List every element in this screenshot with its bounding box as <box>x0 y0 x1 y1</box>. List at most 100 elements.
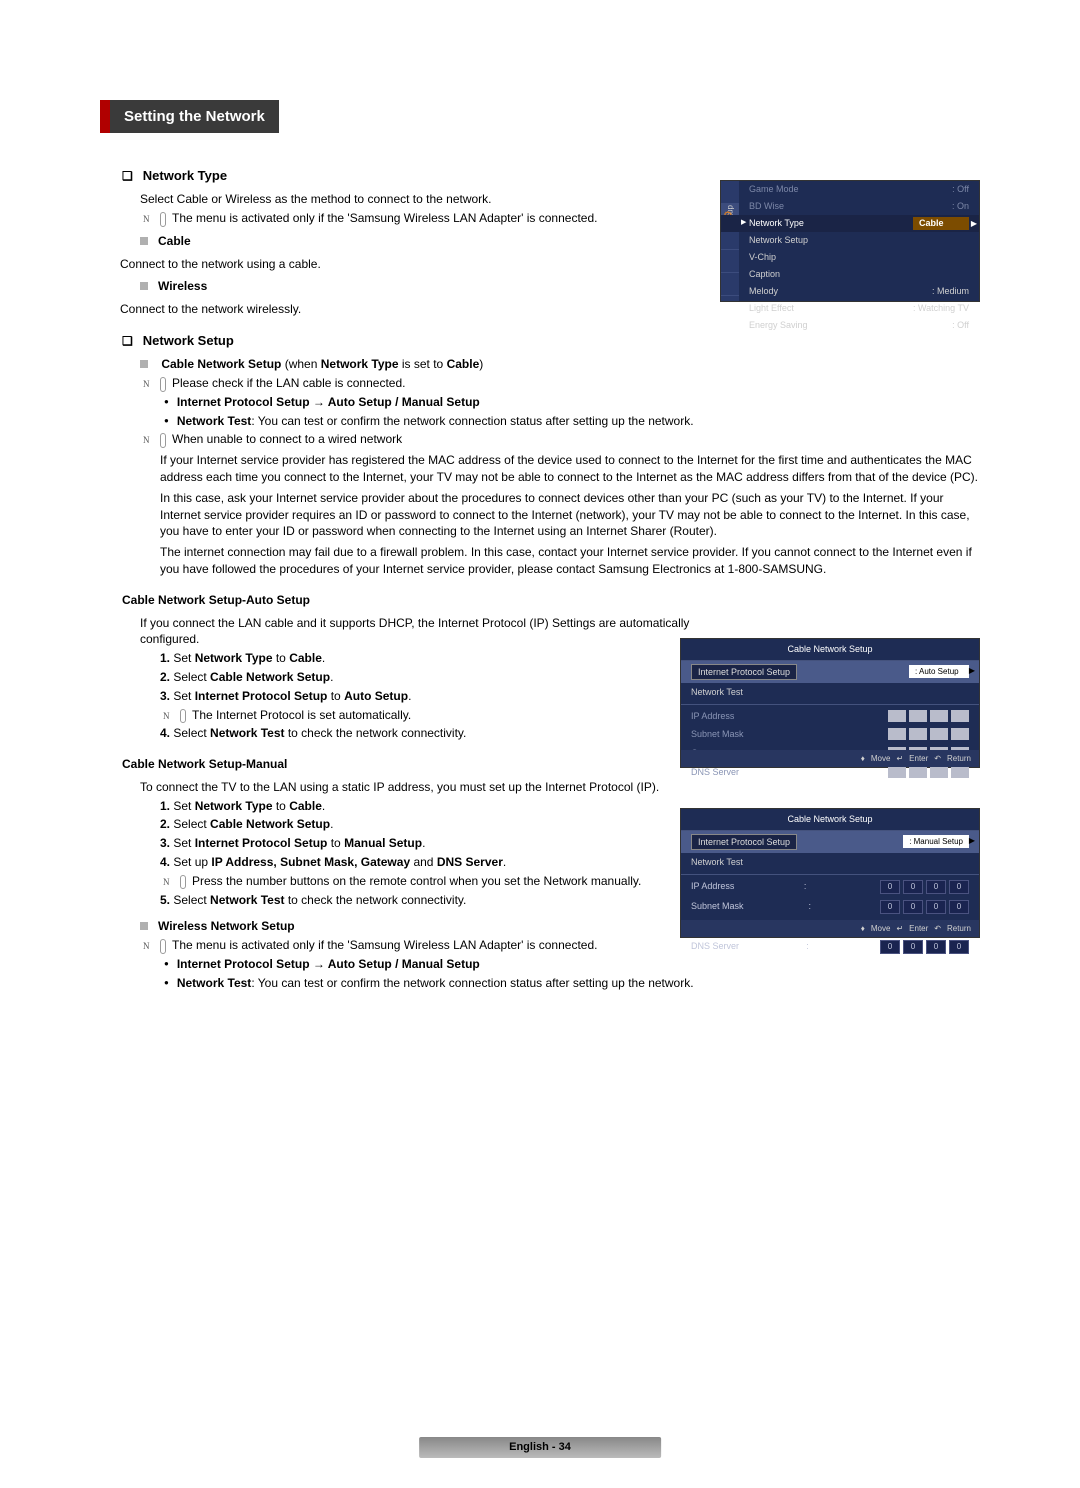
enter-icon: ↵ <box>896 754 903 763</box>
text: Set <box>173 651 194 665</box>
label: Wireless <box>158 279 207 293</box>
ip-row: IP Address:0000 <box>681 877 979 897</box>
bullet: Internet Protocol Setup → Auto Setup / M… <box>164 394 980 411</box>
menu-row: V-Chip <box>721 249 979 266</box>
text: to <box>273 651 290 665</box>
text: to <box>327 689 344 703</box>
tab-icon <box>721 250 739 273</box>
panel-footer: ♦Move↵Enter↶Return <box>681 920 979 937</box>
text: Select <box>173 726 210 740</box>
heading-auto: Cable Network Setup-Auto Setup <box>122 592 980 609</box>
text: Network Test <box>210 726 284 740</box>
move-icon: ♦ <box>861 754 865 763</box>
tv-setup-panel: Setup ⚙ Game Mode: Off BD Wise: On Netwo… <box>720 180 980 302</box>
text: ) <box>479 357 483 371</box>
return-icon: ↶ <box>934 754 941 763</box>
label: Cable <box>158 234 191 248</box>
label: Wireless Network Setup <box>158 919 295 933</box>
page-footer: English - 34 <box>419 1437 661 1458</box>
tab-icon <box>721 273 739 296</box>
paragraph: If your Internet service provider has re… <box>160 452 980 486</box>
text: is set to <box>399 357 447 371</box>
enter-icon: ↵ <box>896 924 903 933</box>
text: Set <box>173 689 194 703</box>
text: Select <box>173 817 210 831</box>
note-icon: N <box>160 212 166 227</box>
menu-row: Game Mode: Off <box>721 181 979 198</box>
text: . <box>503 855 506 869</box>
text: and <box>410 855 437 869</box>
body-text: To connect the TV to the LAN using a sta… <box>140 779 700 796</box>
note-text: Press the number buttons on the remote c… <box>192 874 641 888</box>
text: . <box>322 651 325 665</box>
heading-network-setup: Network Setup <box>122 332 980 350</box>
ip-row: IP Address <box>681 707 979 726</box>
note-text: The menu is activated only if the 'Samsu… <box>172 211 597 225</box>
text: DNS Server <box>437 855 503 869</box>
note-text: When unable to connect to a wired networ… <box>172 432 402 446</box>
text: Cable Network Setup <box>210 670 330 684</box>
menu-row: Network Test <box>681 853 979 872</box>
tab-icon <box>721 181 739 204</box>
left-tabs: Setup <box>721 181 739 301</box>
note-text: The Internet Protocol is set automatical… <box>192 708 411 722</box>
menu-row: Network Test <box>681 683 979 702</box>
text: Network Test <box>177 976 251 990</box>
section-header: Setting the Network <box>100 100 279 133</box>
bullet: Network Test: You can test or confirm th… <box>164 975 980 992</box>
text: Network Type <box>195 799 273 813</box>
text: Manual Setup <box>344 836 422 850</box>
text: . <box>422 836 425 850</box>
text: (when <box>281 357 320 371</box>
text: Network Type <box>195 651 273 665</box>
square-bullet-icon <box>140 282 148 290</box>
ip-row: Subnet Mask <box>681 725 979 744</box>
note-text: The menu is activated only if the 'Samsu… <box>172 938 597 952</box>
note: N Please check if the LAN cable is connec… <box>160 375 980 392</box>
note-text: Please check if the LAN cable is connect… <box>172 376 405 390</box>
note-icon: N <box>160 377 166 392</box>
paragraph: In this case, ask your Internet service … <box>160 490 980 540</box>
text: . <box>408 689 411 703</box>
menu-row: Melody: Medium <box>721 283 979 300</box>
text: Internet Protocol Setup <box>195 689 328 703</box>
ip-row: Subnet Mask:0000 <box>681 897 979 917</box>
note-icon: N <box>160 939 166 954</box>
text: Set <box>173 799 194 813</box>
menu-row: Network Setup <box>721 232 979 249</box>
text: Select <box>173 670 210 684</box>
text: to check the network connectivity. <box>285 726 467 740</box>
text: : You can test or confirm the network co… <box>251 976 693 990</box>
menu-row-selected: Internet Protocol Setup: Auto Setup <box>681 661 979 684</box>
bullet: Internet Protocol Setup → Auto Setup / M… <box>164 956 980 973</box>
cns-manual-panel: Cable Network Setup Internet Protocol Se… <box>680 808 980 938</box>
menu-row: Energy Saving: Off <box>721 317 979 334</box>
text: . <box>322 799 325 813</box>
text: Select <box>173 893 210 907</box>
text: : You can test or confirm the network co… <box>251 414 693 428</box>
text: Network Type <box>321 357 399 371</box>
menu-row-selected: Network TypeCable <box>721 215 979 232</box>
text: Set <box>173 836 194 850</box>
panel-title: Cable Network Setup <box>681 639 979 661</box>
text: to check the network connectivity. <box>285 893 467 907</box>
paragraph: The internet connection may fail due to … <box>160 544 980 578</box>
label: Cable Network Setup <box>161 357 281 371</box>
text: . <box>330 817 333 831</box>
text: IP Address, Subnet Mask, Gateway <box>211 855 410 869</box>
sub-cable-net-setup: Cable Network Setup (when Network Type i… <box>140 356 980 373</box>
panel-title: Cable Network Setup <box>681 809 979 831</box>
text: Internet Protocol Setup <box>195 836 328 850</box>
text: Network Test <box>210 893 284 907</box>
text: Cable Network Setup <box>210 817 330 831</box>
menu-row: Caption <box>721 266 979 283</box>
text: to <box>273 799 290 813</box>
text: Auto Setup <box>344 689 408 703</box>
text: Cable <box>289 799 322 813</box>
note-icon: N <box>160 433 166 448</box>
square-bullet-icon <box>140 922 148 930</box>
text: to <box>327 836 344 850</box>
note-icon: N <box>180 875 186 890</box>
ip-row: DNS Server:0000 <box>681 937 979 957</box>
text: . <box>330 670 333 684</box>
